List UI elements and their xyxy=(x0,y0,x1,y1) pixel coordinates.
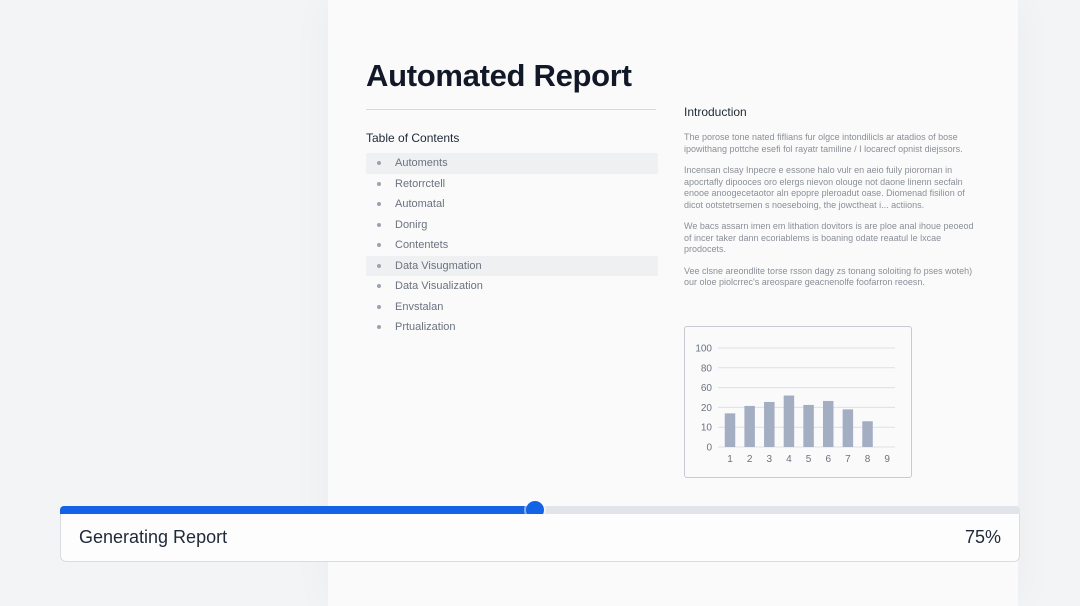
y-tick-label: 60 xyxy=(701,383,713,394)
intro-paragraph: We bacs assarn imen em lithation dovitor… xyxy=(684,221,974,254)
bullet-icon xyxy=(377,304,381,309)
chart-bar xyxy=(724,413,736,447)
chart-bar xyxy=(842,409,854,447)
bullet-icon xyxy=(377,284,381,289)
title-divider xyxy=(366,109,656,110)
table-of-contents: Automents Retorrctell Automatal Donirg Conte… xyxy=(366,153,658,338)
bullet-icon xyxy=(377,161,381,166)
toc-item[interactable]: Contentets xyxy=(366,235,658,256)
report-title: Automated Report xyxy=(366,58,632,93)
chart-bar xyxy=(822,400,834,447)
x-tick-label: 6 xyxy=(825,454,831,465)
x-tick-label: 7 xyxy=(845,454,851,465)
progress-track xyxy=(60,501,1020,519)
chart-bar xyxy=(764,401,775,447)
x-tick-label: 9 xyxy=(884,454,890,465)
intro-paragraph: Vee clsne areondlite torse rsson dagy zs… xyxy=(684,265,973,288)
chart-bar xyxy=(862,421,873,447)
bullet-icon xyxy=(377,263,381,268)
toc-item[interactable]: Prtualization xyxy=(366,317,658,338)
toc-item-label: Prtualization xyxy=(395,321,456,334)
toc-item[interactable]: Automents xyxy=(366,153,658,174)
x-tick-label: 8 xyxy=(865,454,871,465)
toc-item-label: Donirg xyxy=(395,218,428,231)
toc-item-label: Contentets xyxy=(395,239,449,252)
bullet-icon xyxy=(377,222,381,227)
y-tick-label: 0 xyxy=(706,443,712,454)
intro-paragraph: The porose tone nated fiflians fur olgce… xyxy=(684,132,963,154)
progress-label: Generating Report xyxy=(79,527,228,547)
y-tick-label: 80 xyxy=(701,363,713,374)
toc-item[interactable]: Donirg xyxy=(366,215,658,236)
chart-bar xyxy=(744,405,755,447)
x-tick-label: 3 xyxy=(767,454,773,465)
chart-bar xyxy=(783,395,795,447)
toc-item-label: Data Visugmation xyxy=(395,259,482,272)
toc-heading: Table of Contents xyxy=(366,131,460,145)
bullet-icon xyxy=(377,202,381,207)
toc-item[interactable]: Data Visugmation xyxy=(366,255,658,276)
toc-item-label: Automatal xyxy=(395,198,445,211)
toc-item[interactable]: Envstalan xyxy=(366,297,658,318)
progress-panel: Generating Report 75% xyxy=(60,514,1020,562)
chart-bar xyxy=(803,404,814,447)
toc-item[interactable]: Retorrctell xyxy=(366,174,658,195)
x-tick-label: 1 xyxy=(727,454,733,465)
bullet-icon xyxy=(377,181,381,186)
toc-item[interactable]: Automatal xyxy=(366,194,658,215)
intro-paragraph: Incensan clsay Inpecre e essone halo vul… xyxy=(684,165,965,210)
bar-chart: 0 10 20 60 80 100 1 2 3 4 5 6 7 8 9 xyxy=(695,344,895,465)
toc-item-label: Retorrctell xyxy=(395,177,446,190)
toc-item-label: Data Visualization xyxy=(395,280,483,293)
bar-chart-card: 0 10 20 60 80 100 1 2 3 4 5 6 7 8 9 xyxy=(684,326,912,478)
bullet-icon xyxy=(377,325,381,330)
x-tick-label: 5 xyxy=(806,454,812,465)
y-tick-label: 10 xyxy=(701,423,713,434)
progress-fill xyxy=(60,506,536,514)
y-tick-label: 20 xyxy=(701,403,713,414)
x-tick-label: 2 xyxy=(747,454,753,465)
y-tick-label: 100 xyxy=(695,344,712,355)
toc-item-label: Automents xyxy=(395,157,448,170)
x-tick-label: 4 xyxy=(786,454,792,465)
introduction-heading: Introduction xyxy=(684,105,747,119)
progress-percent: 75% xyxy=(964,527,1001,547)
toc-item[interactable]: Data Visualization xyxy=(366,276,658,297)
bullet-icon xyxy=(377,243,381,248)
introduction-body: The porose tone nated fiflians fur olgce… xyxy=(684,132,976,299)
toc-item-label: Envstalan xyxy=(395,300,444,313)
